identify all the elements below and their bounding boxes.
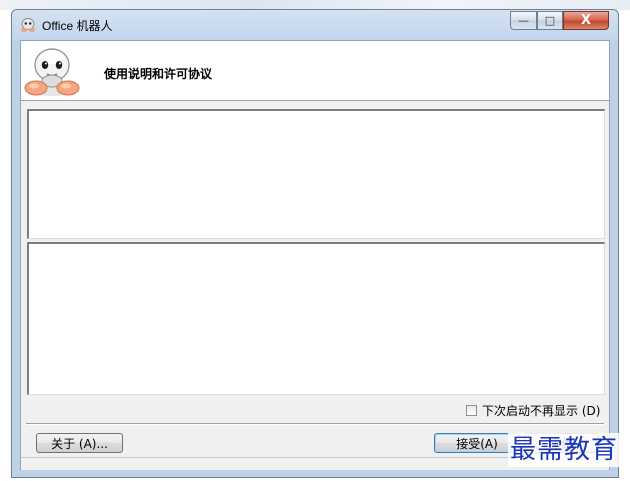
maximize-icon: □ bbox=[544, 14, 556, 27]
office-robot-window: Office 机器人 — □ X 使用说明和许可协议 下次启动不再显示 (D) … bbox=[11, 9, 619, 478]
dont-show-again-label: 下次启动不再显示 (D) bbox=[482, 403, 601, 418]
office-robot-icon bbox=[21, 18, 35, 32]
license-agreement-pane[interactable] bbox=[27, 242, 605, 395]
minimize-button[interactable]: — bbox=[510, 11, 537, 30]
header-title: 使用说明和许可协议 bbox=[104, 67, 213, 81]
maximize-button[interactable]: □ bbox=[537, 11, 563, 30]
dont-show-again-option[interactable]: 下次启动不再显示 (D) bbox=[466, 402, 600, 418]
office-robot-logo bbox=[24, 48, 80, 96]
watermark-text: 最需教育 bbox=[508, 433, 621, 467]
instructions-pane[interactable] bbox=[27, 109, 605, 239]
close-button[interactable]: X bbox=[563, 11, 609, 30]
dont-show-again-checkbox[interactable] bbox=[466, 404, 477, 416]
button-separator bbox=[26, 423, 604, 425]
close-icon: X bbox=[580, 13, 592, 28]
about-button[interactable]: 关于 (A)... bbox=[36, 433, 123, 453]
minimize-icon: — bbox=[518, 14, 529, 27]
title-bar[interactable]: Office 机器人 — □ X bbox=[12, 10, 618, 40]
dialog-client-area: 使用说明和许可协议 下次启动不再显示 (D) 关于 (A)... 接受(A) 拒… bbox=[20, 40, 610, 470]
header-band: 使用说明和许可协议 bbox=[21, 41, 609, 101]
window-title: Office 机器人 bbox=[42, 19, 113, 33]
